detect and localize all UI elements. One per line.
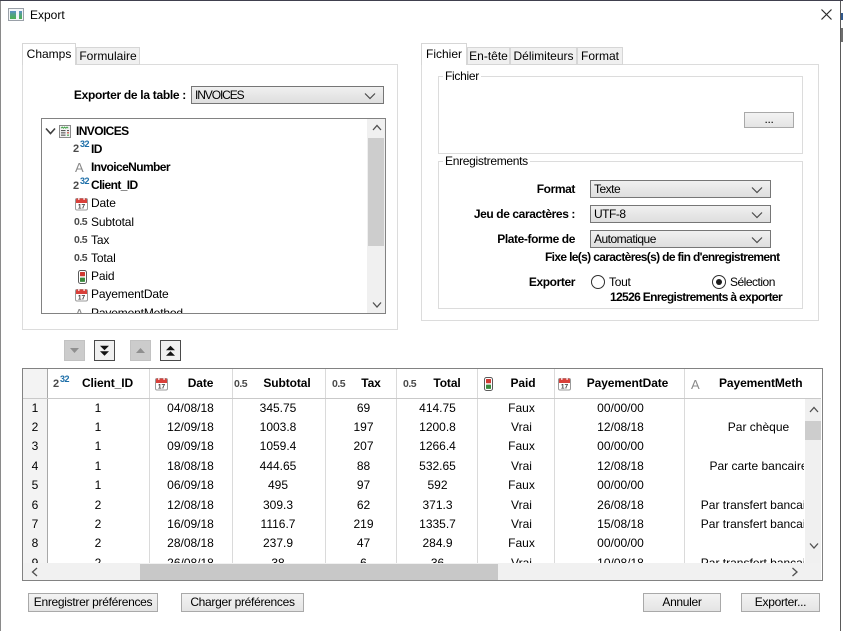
svg-text:17: 17 [158, 383, 166, 390]
svg-text:17: 17 [78, 203, 86, 210]
svg-text:17: 17 [78, 294, 86, 301]
svg-text:17: 17 [561, 383, 569, 390]
